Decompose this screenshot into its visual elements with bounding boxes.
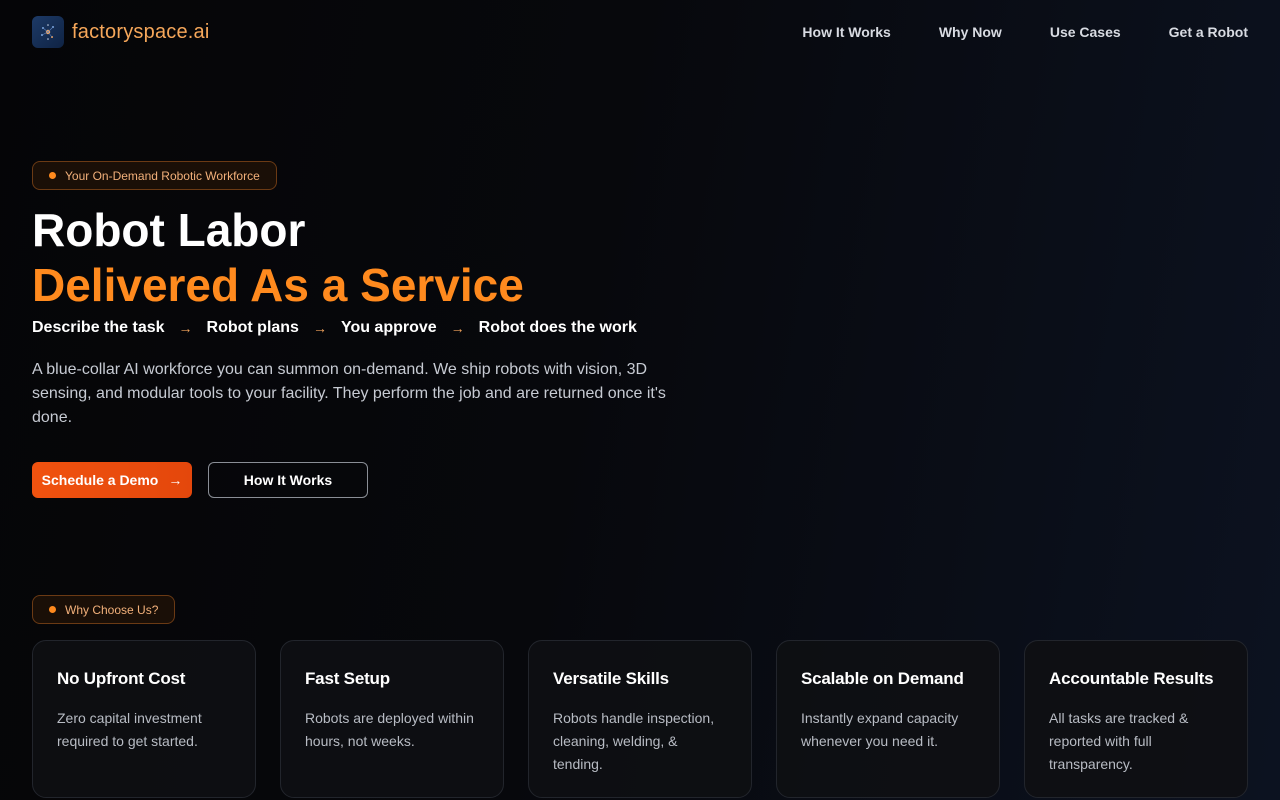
feature-card-text: Robots handle inspection, cleaning, weld…: [553, 710, 715, 772]
arrow-right-icon: →: [312, 320, 327, 336]
feature-card: No Upfront Cost Zero capital investment …: [32, 640, 256, 798]
robot-logo-icon: [32, 16, 64, 48]
feature-card-title: Scalable on Demand: [801, 669, 964, 688]
step-approve: You approve: [340, 319, 437, 336]
schedule-demo-button[interactable]: Schedule a Demo →: [32, 462, 192, 498]
feature-cards: No Upfront Cost Zero capital investment …: [32, 640, 1248, 798]
step-plans: Robot plans: [206, 319, 299, 336]
feature-card-text: Robots are deployed within hours, not we…: [305, 710, 474, 749]
feature-card-title: Fast Setup: [305, 669, 390, 688]
why-badge: Why Choose Us?: [32, 595, 176, 624]
brand[interactable]: factoryspace.ai: [32, 16, 210, 48]
arrow-right-icon: →: [450, 320, 465, 336]
hero-title-line1: Robot Labor: [32, 204, 306, 256]
step-work: Robot does the work: [478, 319, 637, 336]
hero-description: A blue-collar AI workforce you can summo…: [32, 361, 666, 426]
process-steps: Describe the task → Robot plans → You ap…: [32, 319, 637, 337]
feature-card: Accountable Results All tasks are tracke…: [1024, 640, 1248, 798]
feature-card: Fast Setup Robots are deployed within ho…: [280, 640, 504, 798]
badge-dot-icon: [49, 172, 56, 179]
nav-use-cases[interactable]: Use Cases: [1050, 24, 1121, 40]
nav-how-it-works[interactable]: How It Works: [802, 24, 890, 40]
feature-card-title: Accountable Results: [1049, 669, 1214, 688]
arrow-right-icon: →: [178, 320, 193, 336]
feature-card-text: Instantly expand capacity whenever you n…: [801, 710, 959, 749]
feature-card-text: All tasks are tracked & reported with fu…: [1049, 710, 1189, 772]
nav-get-a-robot[interactable]: Get a Robot: [1169, 24, 1248, 40]
hero-badge: Your On-Demand Robotic Workforce: [32, 161, 277, 190]
step-describe: Describe the task: [32, 319, 165, 336]
site-header: factoryspace.ai How It Works Why Now Use…: [0, 0, 1280, 64]
nav-why-now[interactable]: Why Now: [939, 24, 1002, 40]
how-it-works-button[interactable]: How It Works: [208, 462, 368, 498]
arrow-right-icon: →: [168, 472, 183, 488]
hero-badge-label: Your On-Demand Robotic Workforce: [65, 168, 260, 183]
feature-card-text: Zero capital investment required to get …: [57, 710, 202, 749]
feature-card-title: Versatile Skills: [553, 669, 669, 688]
badge-dot-icon: [49, 606, 56, 613]
schedule-demo-label: Schedule a Demo: [41, 472, 159, 488]
feature-card: Versatile Skills Robots handle inspectio…: [528, 640, 752, 798]
main-nav: How It Works Why Now Use Cases Get a Rob…: [802, 24, 1248, 40]
feature-card-title: No Upfront Cost: [57, 669, 186, 688]
why-badge-label: Why Choose Us?: [65, 602, 159, 617]
brand-name: factoryspace.ai: [72, 20, 210, 43]
feature-card: Scalable on Demand Instantly expand capa…: [776, 640, 1000, 798]
hero-title-line2: Delivered As a Service: [32, 259, 524, 311]
